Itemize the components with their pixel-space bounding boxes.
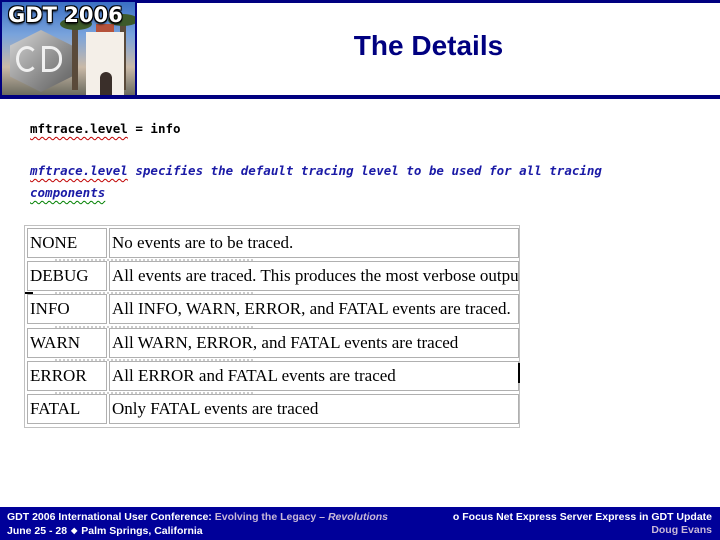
gdt-2006-logo: GDT 2006 <box>0 0 137 99</box>
setting-description: mftrace.level specifies the default trac… <box>30 163 602 178</box>
setting-line: mftrace.level = info <box>30 121 181 136</box>
setting-key: mftrace.level <box>30 121 128 136</box>
level-description: Only FATAL events are traced <box>109 394 519 424</box>
footer-bar: GDT 2006 International User Conference: … <box>0 507 720 540</box>
selection-marker <box>25 292 33 294</box>
level-name: FATAL <box>27 394 107 424</box>
level-description: All WARN, ERROR, and FATAL events are tr… <box>109 328 519 358</box>
conference-location: Palm Springs, California <box>81 525 203 537</box>
level-name: DEBUG <box>27 261 107 291</box>
conference-dates: June 25 - 28 <box>7 525 68 537</box>
header-bottom-bar <box>0 95 720 99</box>
conference-theme-italic: Revolutions <box>327 511 389 523</box>
text-cursor <box>518 363 520 383</box>
page-title: The Details <box>353 30 504 61</box>
level-description: All ERROR and FATAL events are traced <box>109 361 519 391</box>
table-row: ERROR All ERROR and FATAL events are tra… <box>27 361 519 391</box>
conference-line: GDT 2006 International User Conference: … <box>7 511 388 524</box>
row-separator <box>55 326 255 328</box>
trace-levels-table: NONE No events are to be traced. DEBUG A… <box>24 225 520 428</box>
conference-theme: Evolving the Legacy – <box>214 511 328 523</box>
level-name: WARN <box>27 328 107 358</box>
session-author: Doug Evans <box>651 524 712 536</box>
setting-description-line2: components <box>30 185 105 200</box>
row-separator <box>55 359 255 361</box>
row-separator <box>55 259 255 261</box>
cube-letter-g <box>16 46 38 72</box>
description-text-line2: components <box>30 185 106 200</box>
session-info: o Focus Net Express Server Express in GD… <box>453 511 712 537</box>
table-row: FATAL Only FATAL events are traced <box>27 394 519 424</box>
setting-value: = info <box>127 121 181 136</box>
table-row: DEBUG All events are traced. This produc… <box>27 261 519 291</box>
conference-name: GDT 2006 International User Conference: <box>7 511 215 523</box>
date-location-line: June 25 - 28 ◆ Palm Springs, California <box>7 524 388 538</box>
palm-tree-icon <box>72 20 78 90</box>
table-row: WARN All WARN, ERROR, and FATAL events a… <box>27 328 519 358</box>
level-description: No events are to be traced. <box>109 228 519 258</box>
level-name: ERROR <box>27 361 107 391</box>
level-description: All INFO, WARN, ERROR, and FATAL events … <box>109 294 519 324</box>
conference-info: GDT 2006 International User Conference: … <box>7 511 388 538</box>
session-info-clip: o Focus Net Express Server Express in GD… <box>440 507 720 540</box>
level-name: INFO <box>27 294 107 324</box>
logo-text: GDT 2006 <box>8 3 123 27</box>
row-separator <box>55 292 255 294</box>
level-name: NONE <box>27 228 107 258</box>
logo-photo: GDT 2006 <box>2 2 135 95</box>
description-text: specifies the default tracing level to b… <box>127 163 602 178</box>
session-title: o Focus Net Express Server Express in GD… <box>452 511 712 523</box>
description-key: mftrace.level <box>30 163 128 178</box>
building-arch <box>100 72 112 95</box>
row-separator <box>55 392 255 394</box>
diamond-bullet-icon: ◆ <box>71 526 78 535</box>
table-row: NONE No events are to be traced. <box>27 228 519 258</box>
level-description: All events are traced. This produces the… <box>109 261 519 291</box>
table-row: INFO All INFO, WARN, ERROR, and FATAL ev… <box>27 294 519 324</box>
